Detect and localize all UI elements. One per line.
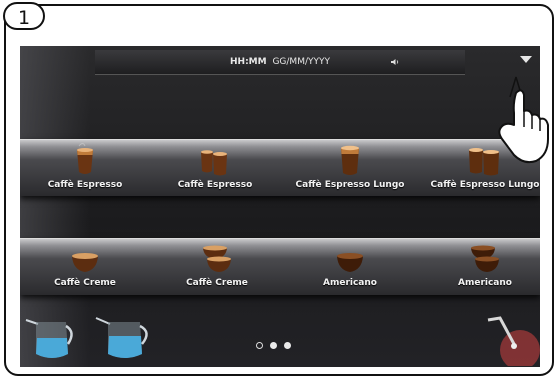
drink-label: Caffè Espresso Lungo [295,180,405,190]
drink-label: Caffè Espresso [47,180,123,190]
lungo-cup-icon [341,145,359,175]
milk-jug-icon[interactable] [22,310,78,366]
espresso-cup-icon [77,143,93,174]
chevron-down-icon[interactable] [520,56,532,63]
drink-label: Caffè Creme [54,278,116,288]
drink-caffe-espresso[interactable]: Caffè Espresso [20,142,150,202]
americano-cup-icon [337,253,363,272]
drink-caffe-espresso-lungo[interactable]: Caffè Espresso Lungo [285,142,415,202]
drink-caffe-creme[interactable]: Caffè Creme [20,246,150,306]
drink-americano-double[interactable]: Americano [420,242,540,302]
double-creme-cup-icon [203,245,231,272]
status-time: HH:MM [230,57,267,67]
status-bar: HH:MM GG/MM/YYYY [95,50,465,75]
drink-caffe-espresso-double[interactable]: Caffè Espresso [150,142,280,202]
page-dot[interactable] [256,342,263,349]
drink-americano[interactable]: Americano [285,246,415,306]
page-dot[interactable] [284,342,291,349]
drink-label: Americano [323,278,377,288]
pointing-hand-icon [498,76,549,164]
page-dot[interactable] [270,342,277,349]
milk-jug-icon[interactable] [92,310,156,366]
drink-label: Caffè Espresso [177,180,253,190]
drink-label: Caffè Espresso Lungo [430,180,540,190]
machine-touchscreen: HH:MM GG/MM/YYYY Caffè Espresso Caffè Es… [20,46,540,367]
status-date: GG/MM/YYYY [272,57,330,67]
steam-wand-icon[interactable] [480,314,540,366]
double-espresso-cup-icon [201,150,227,176]
drink-label: Caffè Creme [186,278,248,288]
speaker-icon[interactable] [391,58,401,66]
creme-cup-icon [72,253,98,272]
drink-label: Americano [458,278,512,288]
double-americano-cup-icon [471,245,499,272]
step-number-badge: 1 [3,2,45,30]
drink-caffe-creme-double[interactable]: Caffè Creme [152,242,282,302]
page-indicator [256,334,298,353]
